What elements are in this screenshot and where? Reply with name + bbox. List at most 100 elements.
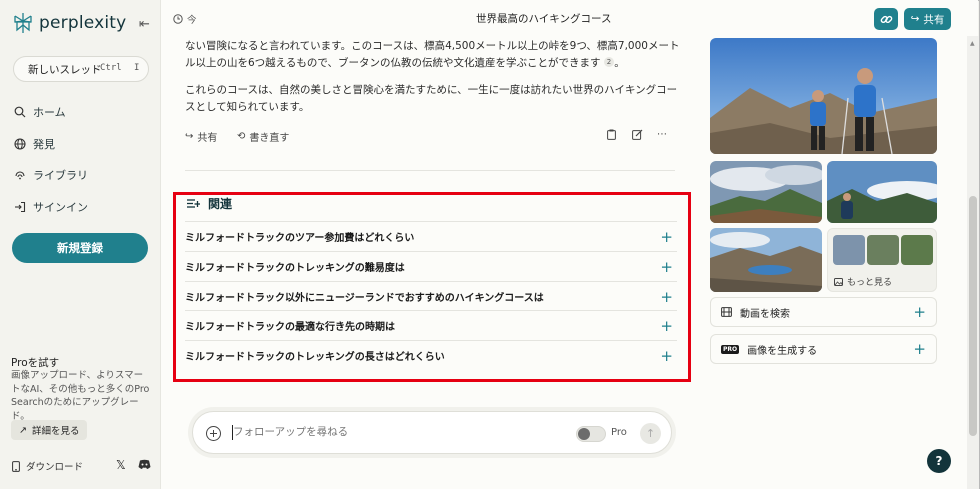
mini-thumbnail [901, 235, 933, 265]
answer-paragraph: これらのコースは、自然の美しさと冒険心を満たすために、一生に一度は訪れたい世界の… [185, 84, 678, 113]
sidebar-item-label: ライブラリ [33, 169, 88, 182]
search-icon [14, 106, 26, 118]
arrow-up-right-icon: ↗ [19, 424, 27, 436]
pro-promo-title: Proを試す [11, 357, 60, 369]
shortcut-key: I [134, 63, 140, 73]
related-question[interactable]: ミルフォードトラックのトレッキングの長さはどれくらい + [185, 340, 677, 369]
clock-icon [173, 14, 183, 24]
perplexity-logo-icon [14, 13, 32, 33]
attach-plus-icon[interactable] [206, 426, 221, 441]
timestamp: 今 [173, 12, 197, 26]
learn-more-label: 詳細を見る [31, 426, 80, 437]
signin-icon [15, 201, 26, 213]
shortcut-ctrl: Ctrl [100, 63, 122, 73]
rewrite-icon: ⟲ [237, 131, 246, 142]
share-arrow-icon: ↪ [910, 13, 920, 25]
new-thread-label: 新しいスレッド [28, 63, 102, 76]
phone-icon [12, 460, 20, 472]
clipboard-icon [607, 129, 616, 140]
scroll-thumb[interactable] [969, 196, 977, 436]
copy-button[interactable] [607, 129, 616, 140]
rewrite-label: 書き直す [249, 133, 290, 144]
more-options-icon[interactable]: ⋯ [657, 129, 667, 140]
copy-link-button[interactable] [874, 8, 898, 30]
more-images-card[interactable]: もっと見る [827, 228, 937, 292]
hikers-image[interactable] [710, 38, 937, 154]
link-icon [880, 15, 892, 23]
sidebar-item-home[interactable]: ホーム [14, 104, 66, 120]
rewrite-button[interactable]: ⟲ 書き直す [237, 129, 289, 144]
download-label: ダウンロード [26, 462, 84, 473]
library-icon [15, 171, 25, 180]
edit-button[interactable] [632, 129, 643, 140]
learn-more-button[interactable]: ↗ 詳細を見る [11, 420, 88, 440]
related-question[interactable]: ミルフォードトラックのトレッキングの難易度は + [185, 251, 677, 280]
main-panel: 今 世界最高のハイキングコース ↪ 共有 ない冒険になると言われています。このコ… [160, 0, 979, 489]
share-button[interactable]: ↪ 共有 [904, 8, 951, 30]
related-list-icon [187, 199, 200, 208]
sidebar-item-label: 発見 [33, 138, 55, 151]
generate-image-button[interactable]: PRO 画像を生成する + [710, 334, 937, 364]
mini-thumbnail [867, 235, 899, 265]
answer-actions: ↪ 共有 ⟲ 書き直す ⋯ [185, 129, 675, 145]
related-question[interactable]: ミルフォードトラックのツアー参加費はどれくらい + [185, 221, 677, 250]
new-thread-button[interactable]: 新しいスレッド Ctrl I [13, 56, 149, 82]
related-title: 関連 [208, 197, 233, 211]
divider [185, 170, 675, 171]
plus-icon: + [660, 347, 673, 365]
hiker-view-image[interactable] [827, 161, 937, 223]
sidebar-item-discover[interactable]: 発見 [14, 136, 55, 152]
brand-name: perplexity [39, 13, 127, 33]
more-label-text: もっと見る [847, 278, 893, 288]
mountain-clouds-photo [710, 161, 822, 223]
sidebar-item-library[interactable]: ライブラリ [14, 167, 88, 183]
download-link[interactable]: ダウンロード [12, 459, 83, 473]
image-icon [834, 277, 843, 286]
pro-promo-description: 画像アップロード、よりスマートなAI、その他もっと多くのPro Searchのた… [11, 370, 150, 422]
sidebar-item-label: ホーム [33, 106, 66, 119]
scrollbar[interactable]: ▲ [967, 36, 979, 489]
brand-logo[interactable]: perplexity [13, 12, 126, 34]
answer-paragraph: ない冒険になると言われています。このコースは、標高4,500メートル以上の峠を9… [185, 38, 685, 72]
mountain-clouds-image[interactable] [710, 161, 822, 223]
top-bar: 今 世界最高のハイキングコース ↪ 共有 [161, 0, 979, 36]
followup-input[interactable] [233, 426, 533, 438]
sidebar-item-label: サインイン [33, 201, 88, 214]
globe-icon [14, 138, 26, 150]
related-heading: 関連 [187, 195, 232, 212]
alpine-lake-image[interactable] [710, 228, 822, 292]
hiker-view-photo [827, 161, 937, 223]
plus-icon: + [913, 303, 926, 321]
plus-icon: + [913, 340, 926, 358]
plus-icon: + [660, 258, 673, 276]
scroll-up-icon[interactable]: ▲ [970, 40, 975, 47]
help-button[interactable]: ? [927, 449, 951, 473]
toggle-knob [578, 428, 590, 440]
more-images-label: もっと見る [834, 275, 892, 288]
related-question[interactable]: ミルフォードトラック以外にニュージーランドでおすすめのハイキングコースは + [185, 281, 677, 310]
signup-button[interactable]: 新規登録 [12, 233, 148, 263]
send-button[interactable]: ↑ [640, 423, 661, 444]
search-videos-label: 動画を検索 [740, 308, 790, 320]
pro-toggle[interactable] [576, 426, 606, 442]
collapse-sidebar-icon[interactable]: ⇤ [139, 17, 150, 32]
thread-title: 世界最高のハイキングコース [476, 13, 612, 25]
related-question-text: ミルフォードトラック以外にニュージーランドでおすすめのハイキングコースは [185, 292, 544, 304]
answer-text: ない冒険になると言われています。このコースは、標高4,500メートル以上の峠を9… [185, 38, 685, 126]
alpine-lake-photo [710, 228, 822, 292]
discord-icon[interactable] [138, 459, 151, 470]
x-twitter-icon[interactable]: 𝕏 [116, 458, 126, 472]
share-icon: ↪ [185, 131, 194, 142]
citation-badge[interactable]: 2 [603, 57, 615, 67]
search-videos-button[interactable]: 動画を検索 + [710, 297, 937, 327]
timestamp-label: 今 [187, 15, 197, 26]
hikers-photo [710, 38, 937, 154]
sidebar-item-signin[interactable]: サインイン [14, 199, 88, 215]
sidebar: perplexity ⇤ 新しいスレッド Ctrl I ホーム 発見 ライブラリ… [0, 0, 160, 489]
answer-paragraph-end: 。 [614, 57, 625, 69]
share-answer-label: 共有 [197, 133, 218, 144]
plus-icon: + [660, 228, 673, 246]
film-icon [721, 307, 732, 317]
share-answer-button[interactable]: ↪ 共有 [185, 129, 217, 144]
related-question[interactable]: ミルフォードトラックの最適な行き先の時期は + [185, 310, 677, 339]
